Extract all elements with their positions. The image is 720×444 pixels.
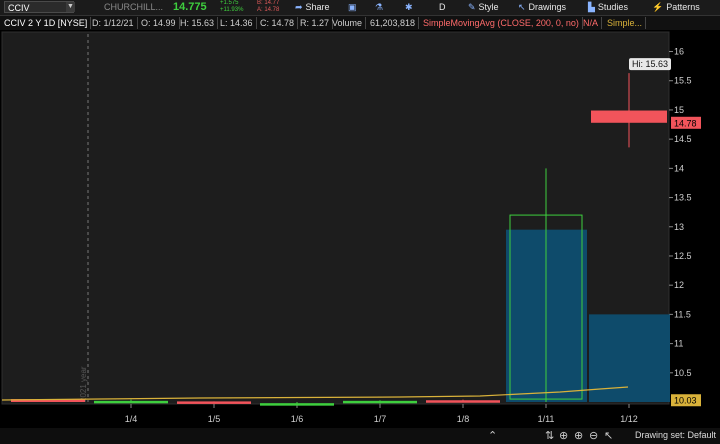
drawings-button[interactable]: ↖ Drawings — [518, 1, 566, 14]
candle-body — [94, 400, 168, 404]
y-tick-label: 12.5 — [674, 251, 692, 261]
x-tick-label: 1/11 — [538, 414, 555, 424]
info-low: L: 14.36 — [220, 17, 257, 29]
zoom-out-icon[interactable]: ⊖ — [589, 429, 598, 442]
chevron-up-icon[interactable]: ⌃ — [488, 429, 497, 442]
patterns-button[interactable]: ⚡ Patterns — [652, 1, 700, 14]
candle-body — [591, 110, 667, 123]
y-tick-label: 12 — [674, 280, 684, 290]
company-name: CHURCHILL... — [104, 2, 164, 12]
y-tick-label: 10.5 — [674, 368, 692, 378]
price-change: +1.575 +11.93% — [220, 0, 243, 14]
x-tick-label: 1/7 — [374, 414, 387, 424]
patterns-icon: ⚡ — [652, 2, 664, 12]
y-tick-label: 15.5 — [674, 76, 692, 86]
drawings-label: Drawings — [528, 2, 567, 12]
studies-icon: ▙ — [588, 2, 595, 12]
chart-title: CCIV 2 Y 1D [NYSE] — [4, 17, 92, 29]
info-date: D: 1/12/21 — [92, 17, 138, 29]
y-tick-label: 13 — [674, 222, 684, 232]
layout-button[interactable]: ▣ — [348, 1, 360, 14]
y-tick-label: 15 — [674, 105, 684, 115]
candle-body — [343, 400, 417, 404]
share-button[interactable]: ➦ Share — [295, 1, 330, 14]
style-icon: ✎ — [468, 2, 476, 12]
style-button[interactable]: ✎ Style — [468, 1, 499, 14]
studies-label: Studies — [597, 2, 628, 12]
y-tick-label: 11 — [674, 339, 683, 349]
candle-body — [426, 400, 500, 403]
last-price: 14.775 — [173, 1, 207, 13]
change-pct: +11.93% — [220, 7, 244, 13]
flask-icon: ⚗ — [375, 2, 384, 12]
settings-button[interactable]: ✱ — [405, 1, 416, 14]
chart-info-bar: CCIV 2 Y 1D [NYSE] D: 1/12/21 O: 14.99 H… — [0, 16, 720, 30]
gear-icon: ✱ — [405, 2, 413, 12]
x-tick-label: 1/8 — [457, 414, 470, 424]
info-range: R: 1.27 — [300, 17, 334, 29]
volume-value: 61,203,818 — [370, 17, 420, 29]
crosshair-icon[interactable]: ⊕ — [559, 429, 568, 442]
price-label: 14.78 — [674, 118, 697, 128]
info-high: H: 15.63 — [180, 17, 219, 29]
bid: B: 14.77 — [257, 0, 280, 6]
hi-label: Hi: 15.63 — [632, 59, 668, 69]
study2-label[interactable]: Simple... — [607, 17, 647, 29]
share-icon: ➦ — [295, 2, 303, 12]
y-tick-label: 14.5 — [674, 134, 692, 144]
style-label: Style — [478, 2, 499, 12]
drawing-set[interactable]: Drawing set: Default — [635, 430, 716, 440]
patterns-label: Patterns — [666, 2, 700, 12]
ask: A: 14.78 — [257, 7, 280, 13]
info-open: O: 14.99 — [141, 17, 180, 29]
y-tick-label: 14 — [674, 163, 684, 173]
y-tick-label: 13.5 — [674, 193, 692, 203]
volume-label: Volume — [332, 17, 367, 29]
change-abs: +1.575 — [220, 0, 239, 6]
arrows-icon[interactable]: ⇅ — [545, 429, 554, 442]
study-label[interactable]: SimpleMovingAvg (CLOSE, 200, 0, no) — [423, 17, 583, 29]
sma-label: 10.03 — [674, 396, 697, 406]
x-tick-label: 1/5 — [208, 414, 221, 424]
bid-ask: B: 14.77 A: 14.78 — [257, 0, 279, 14]
symbol-input[interactable]: CCIV — [4, 1, 74, 13]
cursor-icon[interactable]: ↖ — [604, 429, 613, 442]
zoom-in-icon[interactable]: ⊕ — [574, 429, 583, 442]
info-close: C: 14.78 — [260, 17, 299, 29]
cursor-icon: ↖ — [518, 2, 526, 12]
studies-button[interactable]: ▙ Studies — [588, 1, 628, 14]
y-tick-label: 16 — [674, 47, 684, 57]
candle-body — [177, 401, 251, 404]
x-tick-label: 1/12 — [620, 414, 638, 424]
period-button[interactable]: D — [439, 1, 446, 14]
share-label: Share — [305, 2, 330, 12]
study-value: N/A — [583, 17, 603, 29]
candle-body — [260, 403, 334, 406]
x-tick-label: 1/4 — [125, 414, 138, 424]
bottom-bar: ⌃ ⇅ ⊕ ⊕ ⊖ ↖ Drawing set: Default — [0, 428, 720, 444]
chevron-down-icon[interactable]: ▼ — [66, 2, 75, 12]
y-tick-label: 11.5 — [674, 309, 691, 319]
beaker-button[interactable]: ⚗ — [375, 1, 386, 14]
price-chart[interactable]: 2021 year 10.5 11 11.5 12 12.5 13 13.5 14 14.5 15… — [0, 30, 720, 434]
x-tick-label: 1/6 — [291, 414, 304, 424]
top-toolbar: CCIV ▼ CHURCHILL... 14.775 +1.575 +11.93… — [0, 0, 720, 16]
year-marker: 2021 year — [79, 366, 88, 402]
layout-icon: ▣ — [348, 2, 357, 12]
